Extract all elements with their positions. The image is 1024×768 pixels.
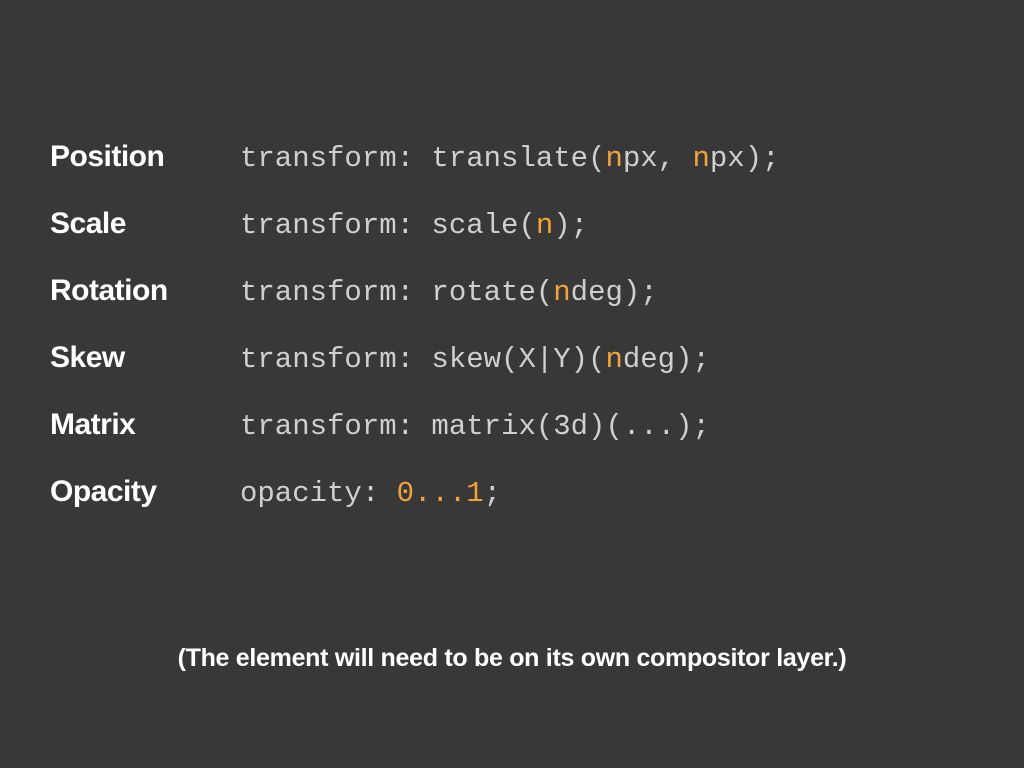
slide: Positiontransform: translate(npx, npx);S… [0,0,1024,768]
code-text: transform: rotate( [240,276,553,309]
property-label: Skew [50,341,240,375]
property-row: Matrixtransform: matrix(3d)(...); [50,408,974,443]
property-code: opacity: 0...1; [240,477,501,510]
code-highlight: n [605,343,622,376]
property-row: Positiontransform: translate(npx, npx); [50,140,974,175]
property-row: Opacityopacity: 0...1; [50,475,974,510]
code-text: px); [710,142,780,175]
code-highlight: n [553,276,570,309]
code-text: opacity: [240,477,397,510]
code-highlight: n [605,142,622,175]
property-row: Skewtransform: skew(X|Y)(ndeg); [50,341,974,376]
property-label: Scale [50,207,240,241]
property-code: transform: rotate(ndeg); [240,276,658,309]
property-label: Rotation [50,274,240,308]
property-label: Position [50,140,240,174]
code-text: ); [553,209,588,242]
property-code: transform: scale(n); [240,209,588,242]
slide-note: (The element will need to be on its own … [0,644,1024,673]
property-label: Matrix [50,408,240,442]
code-text: transform: matrix(3d)(...); [240,410,710,443]
code-text: px, [623,142,693,175]
property-rows: Positiontransform: translate(npx, npx);S… [50,140,974,510]
code-text: deg); [571,276,658,309]
code-highlight: 0...1 [397,477,484,510]
property-code: transform: skew(X|Y)(ndeg); [240,343,710,376]
code-text: ; [484,477,501,510]
code-text: transform: skew(X|Y)( [240,343,605,376]
code-highlight: n [536,209,553,242]
code-highlight: n [693,142,710,175]
property-row: Scaletransform: scale(n); [50,207,974,242]
code-text: transform: scale( [240,209,536,242]
property-label: Opacity [50,475,240,509]
property-code: transform: translate(npx, npx); [240,142,780,175]
code-text: deg); [623,343,710,376]
code-text: transform: translate( [240,142,605,175]
property-code: transform: matrix(3d)(...); [240,410,710,443]
property-row: Rotationtransform: rotate(ndeg); [50,274,974,309]
